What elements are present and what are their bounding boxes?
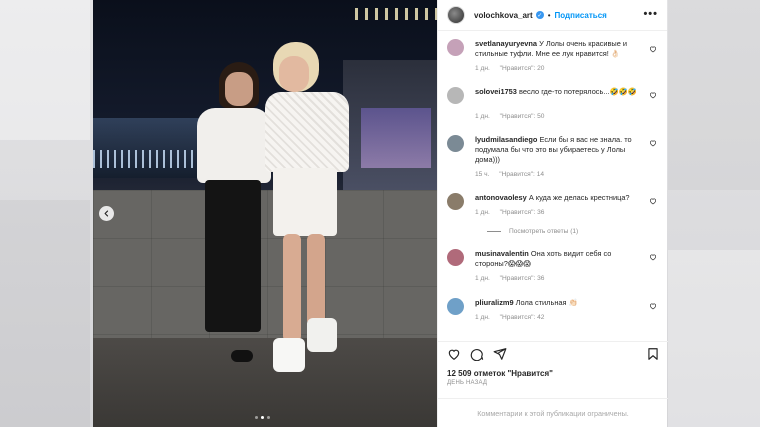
person-left-face [225,72,253,106]
comment-age: 15 ч. [475,171,490,178]
backdrop-tile [668,0,760,190]
comment-meta: 1 дн. "Нравится": 36 [475,209,552,216]
view-replies-button[interactable]: Посмотреть ответы (1) [487,228,578,235]
photo-floor [93,338,437,427]
comment-meta: 1 дн. "Нравится": 36 [475,275,552,282]
comment-age: 1 дн. [475,209,490,216]
comment-text: pliuralizm9 Лола стильная 👏🏻 [475,298,645,308]
photo-string-lights [355,8,437,20]
post-time: ДЕНЬ НАЗАД [447,380,488,386]
heart-outline-icon[interactable] [649,45,657,53]
person-right-platform-shoe [273,338,305,372]
comment-meta: 1 дн. "Нравится": 42 [475,314,552,321]
comment-text: musinavalentin Она хоть видит себя со ст… [475,249,645,269]
follow-button[interactable]: Подписаться [555,11,607,20]
likes-count[interactable]: 12 509 отметок "Нравится" [447,369,553,378]
comment-age: 1 дн. [475,314,490,321]
more-options-button[interactable]: ••• [643,9,658,20]
commenter-username[interactable]: solovei1753 [475,87,517,96]
post-header: volochkova_art ✓ • Подписаться ••• [438,0,667,31]
instagram-post: volochkova_art ✓ • Подписаться ••• svetl… [93,0,668,427]
author-avatar[interactable] [447,6,465,24]
person-left-blouse [197,108,271,183]
comment-text: svetlanayuryevna У Лолы очень красивые и… [475,39,645,59]
commenter-username[interactable]: lyudmilasandiego [475,135,537,144]
comment-likes[interactable]: "Нравится": 20 [500,65,545,72]
commenter-username[interactable]: musinavalentin [475,249,529,258]
carousel-dot [267,416,270,419]
commenter-username[interactable]: svetlanayuryevna [475,39,537,48]
comment-meta: 1 дн. "Нравится": 20 [475,65,552,72]
commenter-avatar[interactable] [447,249,464,266]
commenter-username[interactable]: pliuralizm9 [475,298,514,307]
share-icon[interactable] [493,347,507,361]
comment-text: lyudmilasandiego Если бы я вас не знала.… [475,135,645,165]
person-left-shoe [231,350,253,362]
heart-outline-icon[interactable] [649,197,657,205]
heart-outline-icon[interactable] [649,139,657,147]
commenter-username[interactable]: antonovaolesy [475,193,527,202]
heart-outline-icon[interactable] [649,302,657,310]
replies-line [487,231,501,232]
heart-icon[interactable] [447,347,461,361]
person-left-trousers [205,180,261,332]
person-right-face [279,56,309,92]
commenter-avatar[interactable] [447,87,464,104]
comment-age: 1 дн. [475,113,490,120]
heart-outline-icon[interactable] [649,253,657,261]
comments-restricted-notice: Комментарии к этой публикации ограничены… [438,398,668,427]
comment-age: 1 дн. [475,275,490,282]
commenter-avatar[interactable] [447,135,464,152]
carousel-indicator [255,416,270,419]
verified-badge-icon: ✓ [535,11,544,19]
comment-content: Лола стильная 👏🏻 [515,298,578,307]
person-right-platform-shoe [307,318,337,352]
comment-meta: 1 дн. "Нравится": 50 [475,113,552,120]
comment-icon[interactable] [470,347,484,361]
comment-text: solovei1753 весло где-то потерялось...🤣🤣… [475,87,645,97]
author-username[interactable]: volochkova_art [474,11,533,20]
person-right-skirt [273,168,337,236]
backdrop-tile [668,250,760,427]
comment-content: А куда же делась крестница? [528,193,630,202]
chevron-left-icon [104,210,109,217]
person-right-leg [283,234,301,342]
comment-likes[interactable]: "Нравится": 42 [500,314,545,321]
comments-list[interactable]: svetlanayuryevna У Лолы очень красивые и… [438,31,668,337]
comment-age: 1 дн. [475,65,490,72]
post-side-panel: volochkova_art ✓ • Подписаться ••• svetl… [437,0,668,427]
commenter-avatar[interactable] [447,298,464,315]
commenter-avatar[interactable] [447,39,464,56]
comment-likes[interactable]: "Нравится": 36 [500,275,545,282]
carousel-dot [255,416,258,419]
comment-meta: 15 ч. "Нравится": 14 [475,171,552,178]
comment-likes[interactable]: "Нравится": 50 [500,113,545,120]
view-replies-label[interactable]: Посмотреть ответы (1) [509,228,578,235]
carousel-prev-button[interactable] [99,206,114,221]
comment-content: весло где-то потерялось...🤣🤣🤣 [518,87,638,96]
comment-likes[interactable]: "Нравится": 14 [499,171,544,178]
carousel-dot [261,416,264,419]
comment-likes[interactable]: "Нравится": 36 [500,209,545,216]
post-photo[interactable] [93,0,437,427]
photo-neon-sign [361,108,431,168]
photo-stone-wall [93,190,437,340]
bookmark-icon[interactable] [646,347,660,361]
heart-outline-icon[interactable] [649,91,657,99]
commenter-avatar[interactable] [447,193,464,210]
comment-text: antonovaolesy А куда же делась крестница… [475,193,645,203]
header-separator: • [547,10,551,20]
person-right-leg [307,234,325,326]
post-actions-bar [438,341,668,367]
backdrop-tile [0,0,90,140]
person-right-lace-top [265,92,349,172]
backdrop-tile [0,200,90,427]
